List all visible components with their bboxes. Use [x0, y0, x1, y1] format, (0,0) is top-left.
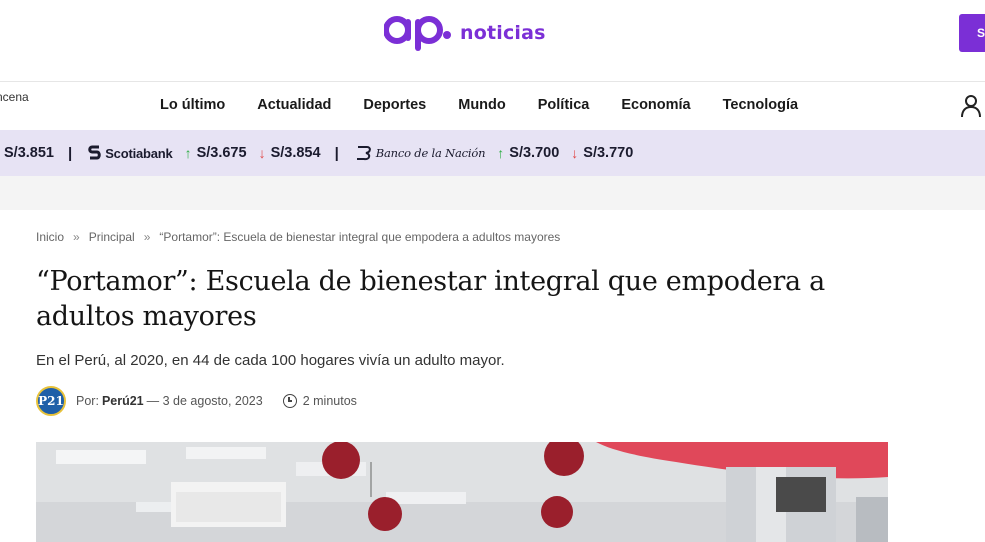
author-name[interactable]: Perú21 — [102, 394, 144, 408]
publish-date: — 3 de agosto, 2023 — [146, 394, 263, 408]
article-title: “Portamor”: Escuela de bienestar integra… — [36, 266, 825, 332]
fx-buy-value: S/3.675 — [196, 145, 247, 161]
exchange-rate-ticker: S/3.851 | Scotiabank ↑ S/3.675 ↓ S/3.854… — [4, 130, 645, 176]
ad-strip — [0, 176, 985, 210]
nav-row: ncena n Lo último Actualidad Deportes Mu… — [0, 82, 985, 130]
fx-separator: | — [334, 144, 339, 162]
breadcrumb-section[interactable]: Principal — [89, 230, 135, 244]
site-logo[interactable]: noticias — [384, 10, 546, 54]
breadcrumb-separator: » — [143, 230, 151, 244]
arrow-up-icon: ↑ — [184, 145, 192, 161]
main-nav: Lo último Actualidad Deportes Mundo Polí… — [160, 97, 830, 113]
bank-scotiabank: Scotiabank — [88, 145, 173, 161]
exchange-rate-bar: S/3.851 | Scotiabank ↑ S/3.675 ↓ S/3.854… — [0, 130, 985, 176]
article-image — [36, 442, 888, 542]
nav-item-mundo[interactable]: Mundo — [458, 97, 506, 113]
date-line-1: ncena — [0, 90, 29, 104]
nav-item-lo-ultimo[interactable]: Lo último — [160, 97, 225, 113]
nav-item-actualidad[interactable]: Actualidad — [257, 97, 331, 113]
nav-item-deportes[interactable]: Deportes — [363, 97, 426, 113]
fx-buy-value: S/3.700 — [509, 145, 560, 161]
author-avatar[interactable]: P21 — [36, 386, 66, 416]
ap-logo-icon — [384, 16, 451, 51]
breadcrumb-home[interactable]: Inicio — [36, 230, 64, 244]
fx-value: S/3.851 — [4, 145, 54, 161]
arrow-down-icon: ↓ — [571, 145, 579, 161]
article-meta: P21 Por: Perú21 — 3 de agosto, 2023 2 mi… — [36, 386, 357, 416]
fx-separator: | — [68, 144, 73, 162]
read-time: 2 minutos — [302, 394, 357, 408]
scotiabank-logo-icon — [88, 145, 101, 160]
by-label: Por: — [76, 394, 99, 408]
logo-text: noticias — [460, 22, 546, 44]
banco-nacion-logo-icon — [356, 146, 371, 161]
fx-buy: ↑ S/3.675 — [185, 145, 247, 161]
bank-nacion: Banco de la Nación — [355, 145, 486, 161]
nav-item-tecnologia[interactable]: Tecnología — [723, 97, 798, 113]
breadcrumb-current: “Portamor”: Escuela de bienestar integra… — [159, 230, 561, 244]
nav-item-politica[interactable]: Política — [538, 97, 590, 113]
site-header: noticias S — [0, 0, 985, 82]
arrow-up-icon: ↑ — [497, 145, 505, 161]
office-photo-illustration — [36, 442, 888, 542]
article-subtitle: En el Perú, al 2020, en 44 de cada 100 h… — [36, 352, 505, 369]
nav-item-economia[interactable]: Economía — [621, 97, 690, 113]
fx-sell: ↓ S/3.854 — [259, 145, 321, 161]
fx-sell-value: S/3.854 — [270, 145, 321, 161]
breadcrumb-separator: » — [73, 230, 80, 244]
fx-sell: ↓ S/3.770 — [571, 145, 633, 161]
fx-sell-value: S/3.770 — [583, 145, 634, 161]
arrow-down-icon: ↓ — [258, 145, 266, 161]
user-icon[interactable] — [960, 94, 982, 118]
breadcrumb: Inicio » Principal » “Portamor”: Escuela de … — [36, 230, 560, 244]
bank-name: Banco de la Nación — [375, 146, 486, 160]
fx-buy: ↑ S/3.700 — [497, 145, 559, 161]
bank-name: Scotiabank — [105, 145, 173, 161]
clock-icon — [282, 394, 297, 408]
subscribe-button[interactable]: S — [959, 14, 985, 52]
